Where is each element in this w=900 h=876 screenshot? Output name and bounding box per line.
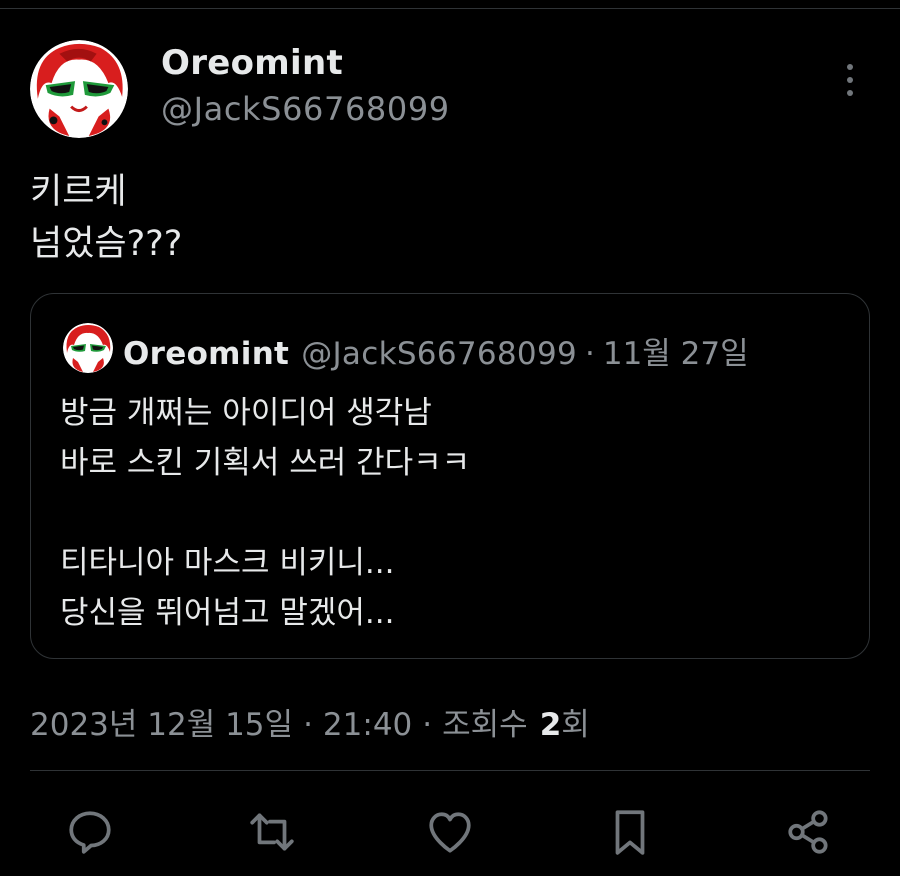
top-divider	[0, 8, 900, 9]
quote-text-line: 방금 개쩌는 아이디어 생각남	[60, 395, 432, 431]
quote-text-line: 바로 스킨 기획서 쓰러 간다ㅋㅋ	[60, 445, 471, 481]
quote-separator: ·	[585, 336, 595, 372]
post-date[interactable]: 2023년 12월 15일	[30, 699, 293, 744]
quote-text: 방금 개쩌는 아이디어 생각남 바로 스킨 기획서 쓰러 간다ㅋㅋ 티타니아 마…	[60, 388, 470, 638]
quote-avatar-icon	[63, 323, 113, 373]
quote-date: 11월 27일	[602, 336, 749, 372]
views-suffix: 회	[561, 707, 590, 743]
retweet-icon[interactable]	[240, 800, 304, 864]
quote-text-line: 당신을 뛰어넘고 말겠어...	[60, 595, 395, 631]
meta-separator: ·	[422, 707, 433, 743]
quote-author-name: Oreomint	[123, 336, 290, 372]
reply-icon[interactable]	[58, 800, 122, 864]
more-vertical-icon[interactable]	[830, 58, 870, 102]
quote-author-handle: @JackS66768099	[301, 336, 577, 372]
bookmark-icon[interactable]	[598, 800, 662, 864]
post-text: 키르케 넘었슴???	[30, 166, 182, 270]
quote-text-line: 티타니아 마스크 비키니...	[60, 545, 395, 581]
quoted-tweet-card[interactable]: Oreomint @JackS66768099 · 11월 27일 방금 개쩌는…	[30, 293, 870, 659]
author-handle[interactable]: @JackS66768099	[161, 90, 450, 128]
quote-text-blank-line	[60, 488, 470, 538]
post-time[interactable]: 21:40	[323, 707, 412, 743]
author-name[interactable]: Oreomint	[161, 43, 343, 83]
actions-divider	[30, 770, 870, 771]
avatar-red-character-icon[interactable]	[30, 40, 128, 138]
views-count[interactable]: 2	[540, 707, 562, 743]
like-icon[interactable]	[418, 800, 482, 864]
tweet-detail-view: Oreomint @JackS66768099 키르케 넘었슴??? Oreom…	[0, 0, 900, 876]
post-text-line: 넘었슴???	[30, 224, 183, 264]
views-label: 조회수	[442, 707, 528, 743]
quote-header: Oreomint @JackS66768099 · 11월 27일	[123, 328, 749, 373]
meta-separator: ·	[303, 707, 313, 743]
post-meta: 2023년 12월 15일 · 21:40 · 조회수 2 회	[30, 699, 590, 744]
post-text-line: 키르케	[30, 172, 127, 212]
share-icon[interactable]	[777, 800, 841, 864]
action-bar	[0, 800, 900, 864]
